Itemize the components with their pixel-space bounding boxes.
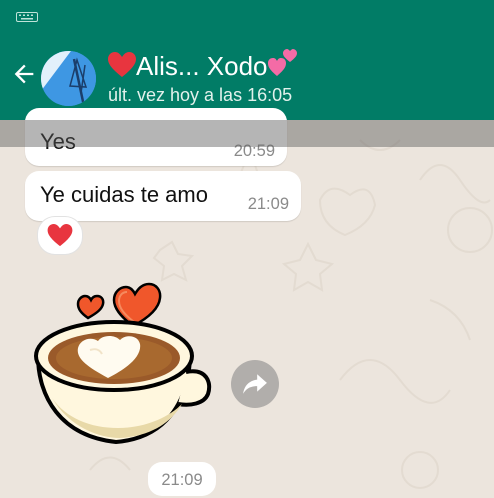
message-reaction[interactable]: [37, 216, 83, 255]
back-arrow-icon[interactable]: [10, 60, 38, 88]
header-shadow-overlay: [0, 120, 494, 147]
message-time: 21:09: [247, 195, 289, 213]
forward-icon: [243, 374, 267, 394]
two-hearts-emoji: [267, 49, 297, 76]
contact-avatar[interactable]: [41, 51, 96, 106]
sticker-time: 21:09: [148, 462, 216, 496]
contact-name-text: Alis... Xodo: [136, 51, 268, 81]
contact-name[interactable]: Alis... Xodo: [108, 48, 298, 82]
forward-button[interactable]: [231, 360, 279, 408]
contact-last-seen: últ. vez hoy a las 16:05: [108, 85, 293, 105]
heart-emoji: [108, 52, 136, 77]
heart-emoji: [47, 224, 73, 247]
keyboard-icon: [16, 12, 38, 22]
coffee-heart-sticker[interactable]: [30, 278, 212, 454]
message-text: Ye cuidas te amo: [40, 182, 208, 207]
status-bar: [0, 0, 494, 34]
message-bubble[interactable]: Ye cuidas te amo 21:09: [25, 171, 301, 221]
